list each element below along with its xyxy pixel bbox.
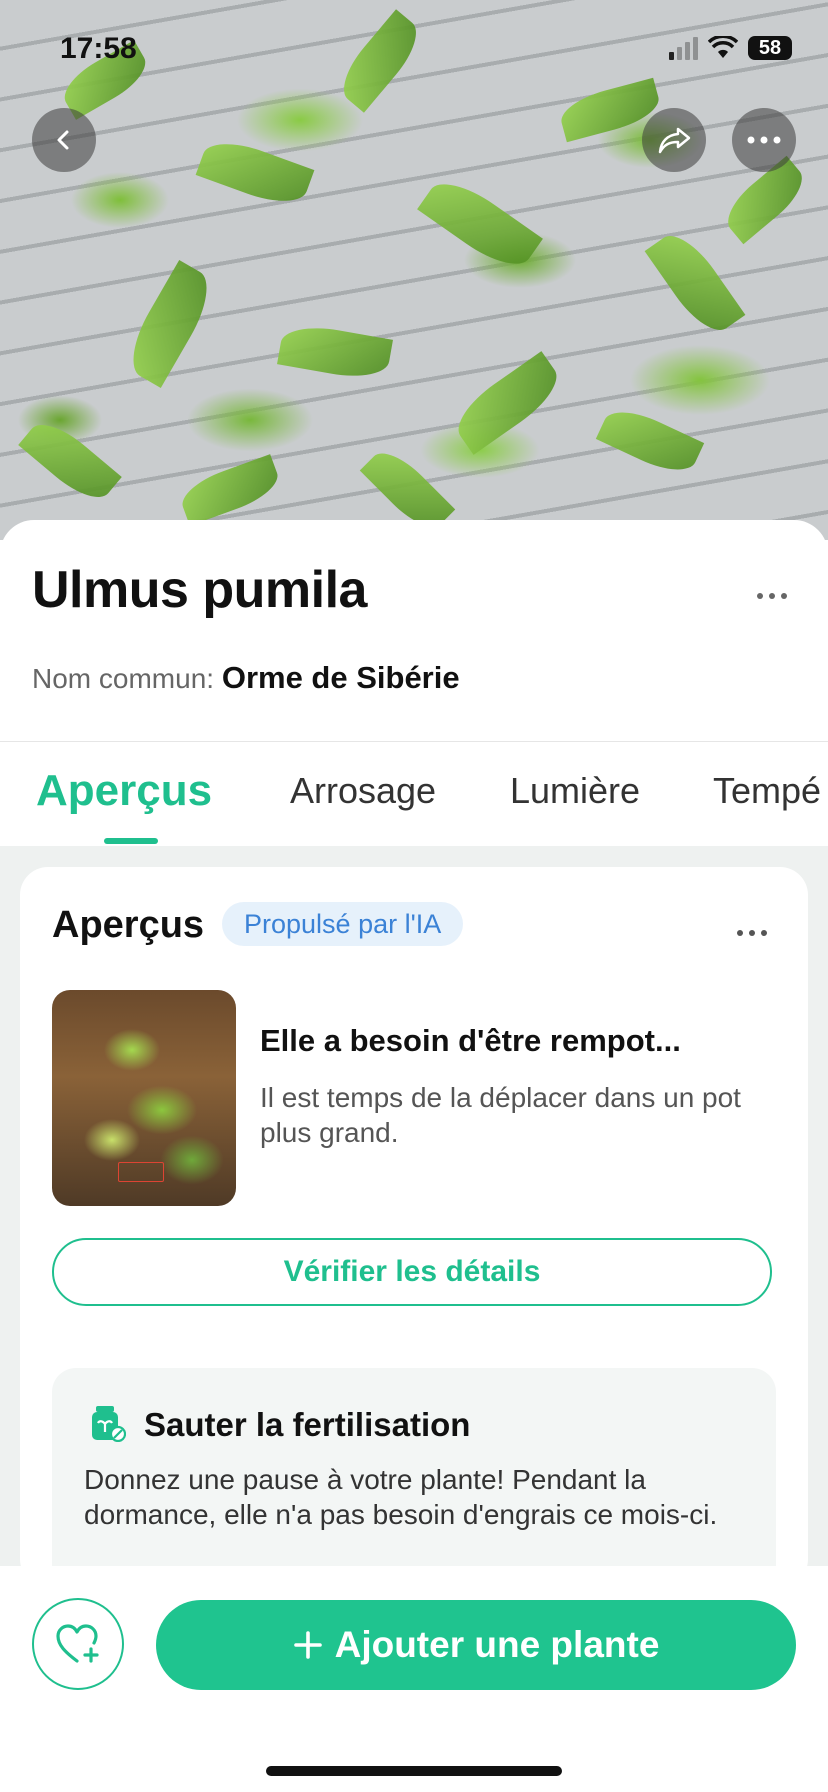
tab-temperature[interactable]: Tempé xyxy=(713,770,821,812)
wifi-icon xyxy=(708,36,738,58)
plant-scientific-name: Ulmus pumila xyxy=(32,561,367,619)
active-tab-indicator xyxy=(104,838,158,844)
status-bar: 17:58 58 xyxy=(0,30,828,70)
tab-lumiere[interactable]: Lumière xyxy=(510,770,640,812)
more-icon xyxy=(757,593,787,599)
insights-more-button[interactable] xyxy=(736,912,768,944)
insight-description: Il est temps de la déplacer dans un pot … xyxy=(260,1082,741,1148)
plant-photo xyxy=(0,0,828,540)
tab-apercus[interactable]: Aperçus xyxy=(36,766,212,816)
home-indicator[interactable] xyxy=(266,1766,562,1776)
add-plant-button[interactable]: Ajouter une plante xyxy=(156,1600,796,1690)
title-more-button[interactable] xyxy=(756,574,788,608)
status-time: 17:58 xyxy=(60,32,137,65)
back-button[interactable] xyxy=(32,108,96,172)
insight-headline: Elle a besoin d'être rempot... xyxy=(260,1023,681,1058)
more-options-button[interactable] xyxy=(732,108,796,172)
tip-body: Donnez une pause à votre plante! Pendant… xyxy=(84,1464,718,1530)
share-icon xyxy=(658,127,691,154)
add-to-favorites-button[interactable] xyxy=(32,1598,124,1690)
heart-plus-icon xyxy=(56,1624,99,1663)
more-icon xyxy=(747,136,781,144)
common-name-row: Nom commun: Orme de Sibérie xyxy=(32,660,460,696)
ai-badge: Propulsé par l'IA xyxy=(222,902,464,946)
more-icon xyxy=(737,930,767,936)
cellular-signal-icon xyxy=(669,36,698,60)
tab-arrosage[interactable]: Arrosage xyxy=(290,770,436,812)
fertilizer-icon xyxy=(92,1406,126,1442)
tip-title: Sauter la fertilisation xyxy=(144,1406,471,1443)
insights-title: Aperçus xyxy=(52,904,205,946)
insight-plant-thumbnail xyxy=(52,990,236,1206)
share-button[interactable] xyxy=(642,108,706,172)
common-name-label: Nom commun: xyxy=(32,663,215,694)
battery-indicator: 58 xyxy=(748,36,792,60)
section-tabs: Aperçus Arrosage Lumière Tempé xyxy=(0,742,828,846)
add-plant-label: Ajouter une plante xyxy=(334,1624,660,1665)
back-icon xyxy=(57,130,69,150)
plus-icon xyxy=(293,1631,322,1659)
verify-details-button[interactable]: Vérifier les détails xyxy=(52,1238,772,1306)
common-name-value: Orme de Sibérie xyxy=(221,660,460,695)
